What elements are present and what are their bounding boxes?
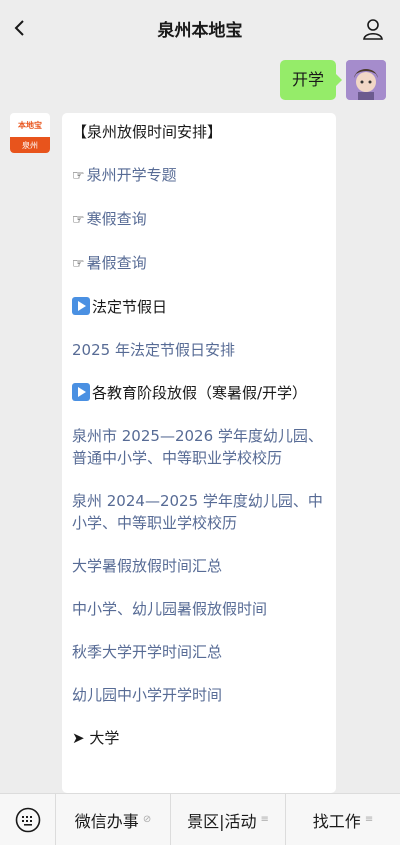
reply-line-text: 秋季大学开学时间汇总 [72,643,223,661]
menu-item-label: 微信办事 [74,811,139,831]
reply-line-text: 【泉州放假时间安排】 [72,123,223,141]
reply-line-text: 泉州开学专题 [86,166,177,184]
menu-item-find-job[interactable]: 找工作 ≡ [286,794,400,845]
reply-link[interactable]: ☞ 寒假查询 [72,208,326,231]
play-icon [72,297,90,315]
avatar-image [346,60,386,100]
reply-line-text: 泉州 2024—2025 学年度幼儿园、中小学、中等职业学校校历 [72,492,323,532]
reply-line-text: 中小学、幼儿园暑假放假时间 [72,600,268,618]
keyboard-button[interactable] [0,793,56,845]
person-icon[interactable] [362,18,384,40]
play-icon [72,383,90,401]
reply-text: 法定节假日 [72,296,326,318]
reply-text: 各教育阶段放假（寒暑假/开学） [72,382,326,404]
menu-icon: ≡ [260,814,269,825]
reply-link[interactable]: 秋季大学开学时间汇总 [72,641,326,663]
chevron-left-icon[interactable] [10,18,30,38]
bot-avatar[interactable]: 本地宝 泉州 [10,113,50,153]
keyboard-icon [15,807,40,832]
reply-line-text: 寒假查询 [86,210,147,228]
page-title: 泉州本地宝 [157,20,243,41]
reply-link[interactable]: 2025 年法定节假日安排 [72,339,326,361]
reply-link[interactable]: 幼儿园中小学开学时间 [72,684,326,706]
reply-text: 【泉州放假时间安排】 [72,121,326,143]
reply-line-text: 泉州市 2025—2026 学年度幼儿园、普通中小学、中等职业学校校历 [72,427,323,467]
reply-line-text: 暑假查询 [86,254,147,272]
pointing-hand-icon: ☞ [72,168,85,184]
reply-line-text: 法定节假日 [92,298,168,316]
reply-link[interactable]: ☞ 暑假查询 [72,252,326,275]
reply-line-text: 大学暑假放假时间汇总 [72,557,223,575]
reply-line-text: 2025 年法定节假日安排 [72,341,235,359]
reply-link[interactable]: 中小学、幼儿园暑假放假时间 [72,598,326,620]
reply-link[interactable]: 泉州市 2025—2026 学年度幼儿园、普通中小学、中等职业学校校历 [72,425,326,469]
reply-line-text: 各教育阶段放假（寒暑假/开学） [92,384,308,402]
bot-logo-city: 泉州 [10,137,50,153]
reply-text: ➤ 大学 [72,727,326,749]
reply-line-text: 幼儿园中小学开学时间 [72,686,223,704]
user-message: 开学 [279,60,386,100]
reply-link[interactable]: 大学暑假放假时间汇总 [72,555,326,577]
bot-logo-text: 本地宝 [18,119,42,130]
reply-link[interactable]: 泉州 2024—2025 学年度幼儿园、中小学、中等职业学校校历 [72,490,326,534]
pointing-hand-icon: ☞ [72,256,85,272]
link-icon: ⊘ [142,814,152,825]
nav-bar: 泉州本地宝 [0,0,400,56]
menu-item-label: 景区|活动 [187,811,257,831]
menu-item-label: 找工作 [312,811,361,831]
reply-link[interactable]: ☞ 泉州开学专题 [72,164,326,187]
bottom-menu-bar: 微信办事 ⊘ 景区|活动 ≡ 找工作 ≡ [0,793,400,845]
user-avatar[interactable] [346,60,386,100]
reply-bubble: 【泉州放假时间安排】 ☞ 泉州开学专题 ☞ 寒假查询 ☞ 暑假查询 法定节假日 2025 年法定… [62,113,336,793]
menu-icon: ≡ [364,814,374,825]
pointing-hand-icon: ☞ [72,212,85,228]
user-message-bubble[interactable]: 开学 [279,60,343,100]
menu-item-wechat-service[interactable]: 微信办事 ⊘ [56,793,171,845]
menu-item-scenic-activities[interactable]: 景区|活动 ≡ [171,793,286,845]
reply-line-text: ➤ 大学 [72,729,120,747]
